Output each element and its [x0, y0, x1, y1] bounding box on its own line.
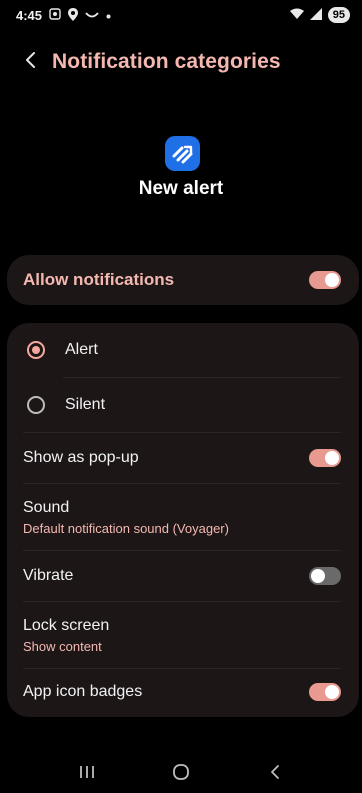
location-icon: [68, 7, 79, 23]
battery-level: 95: [327, 7, 350, 23]
alert-label: Alert: [65, 341, 98, 358]
sound-row[interactable]: Sound Default notification sound (Voyage…: [7, 484, 359, 550]
allow-notifications-label: Allow notifications: [23, 270, 175, 289]
allow-notifications-toggle[interactable]: [309, 271, 341, 289]
show-popup-label: Show as pop-up: [23, 449, 139, 466]
header: Notification categories: [0, 42, 362, 82]
app-logo-icon: [165, 136, 200, 171]
status-bar: 4:45 95: [0, 0, 362, 30]
app-icon-badges-label: App icon badges: [23, 683, 143, 700]
navigation-bar: [0, 755, 362, 793]
recents-button[interactable]: [67, 759, 107, 789]
silent-option[interactable]: Silent: [7, 378, 359, 432]
alert-option[interactable]: Alert: [7, 323, 359, 377]
screenshot-icon: [49, 8, 61, 22]
alert-radio[interactable]: [27, 341, 45, 359]
vibrate-toggle[interactable]: [309, 567, 341, 585]
show-popup-row[interactable]: Show as pop-up: [7, 433, 359, 483]
app-icon-badges-toggle[interactable]: [309, 683, 341, 701]
allow-notifications-row[interactable]: Allow notifications: [7, 255, 359, 305]
wifi-icon: [289, 8, 304, 22]
lock-screen-label: Lock screen: [23, 616, 110, 634]
app-name: New alert: [138, 178, 224, 199]
status-right: 95: [289, 7, 350, 23]
sound-value: Default notification sound (Voyager): [23, 520, 229, 536]
status-time: 4:45: [16, 7, 43, 23]
app-icon-badges-row[interactable]: App icon badges: [7, 669, 359, 715]
sound-label: Sound: [23, 498, 70, 516]
wave-icon: [85, 9, 99, 21]
vibrate-label: Vibrate: [23, 567, 74, 584]
lock-screen-value: Show content: [23, 638, 102, 654]
chevron-left-icon: [24, 51, 36, 74]
page-title: Notification categories: [52, 50, 281, 73]
silent-radio[interactable]: [27, 396, 45, 414]
dot-icon: [106, 9, 111, 21]
silent-label: Silent: [65, 396, 106, 413]
vibrate-row[interactable]: Vibrate: [7, 551, 359, 601]
back-button[interactable]: [10, 42, 50, 82]
status-left: 4:45: [16, 7, 111, 23]
signal-icon: [309, 8, 322, 22]
show-popup-toggle[interactable]: [309, 449, 341, 467]
home-button[interactable]: [161, 759, 201, 789]
recents-icon: [79, 765, 95, 784]
home-icon: [172, 763, 190, 786]
back-icon: [270, 764, 280, 785]
settings-card: Alert Silent Show as pop-up Sound Defaul…: [7, 323, 359, 717]
lock-screen-row[interactable]: Lock screen Show content: [7, 602, 359, 668]
nav-back-button[interactable]: [255, 759, 295, 789]
